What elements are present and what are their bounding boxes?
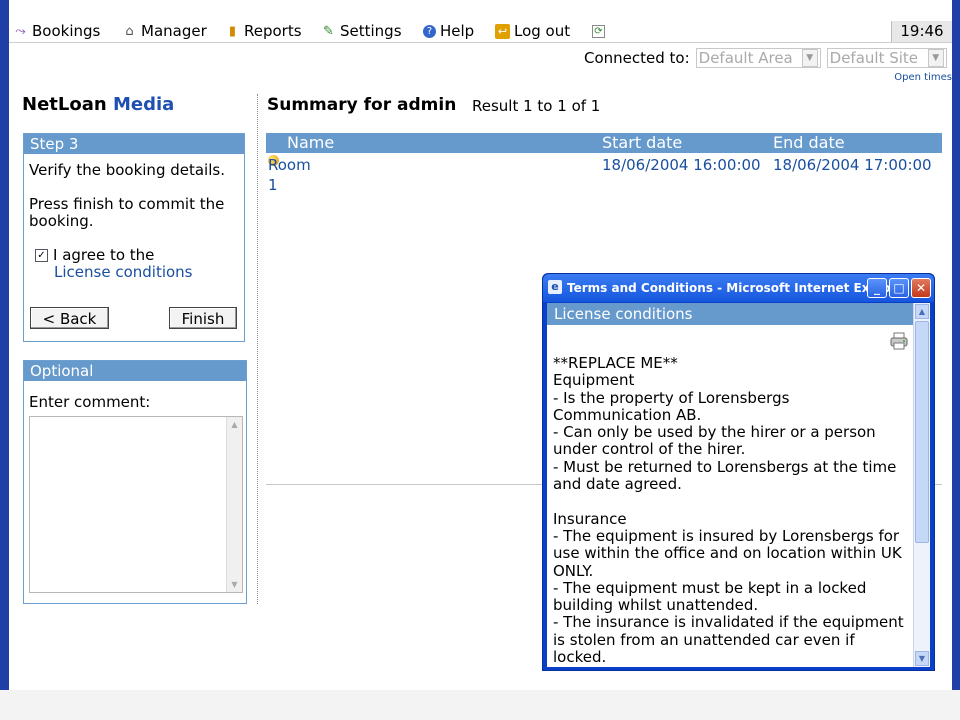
menu-settings[interactable]: ✎ Settings xyxy=(321,21,402,42)
manager-icon: ⌂ xyxy=(125,24,134,39)
chevron-down-icon: ▼ xyxy=(801,49,818,67)
chevron-down-icon: ▼ xyxy=(927,49,944,67)
logo-part2: Media xyxy=(112,94,175,115)
table-row[interactable]: Room 1 18/06/2004 16:00:00 18/06/2004 17… xyxy=(266,155,942,194)
menu-logout-label: Log out xyxy=(514,22,571,40)
agree-label: I agree to the xyxy=(53,246,155,264)
scroll-up-icon[interactable]: ▲ xyxy=(915,304,929,319)
agree-row: ✓ I agree to the License conditions xyxy=(29,247,239,281)
help-icon: ? xyxy=(423,25,436,38)
scroll-thumb[interactable] xyxy=(915,321,929,543)
license-conditions-link[interactable]: License conditions xyxy=(35,264,239,281)
close-button[interactable]: ✕ xyxy=(911,278,931,298)
refresh-button[interactable]: ⟳ xyxy=(592,21,605,42)
summary-title: Summary for admin xyxy=(267,95,457,115)
open-times-link[interactable]: Open times xyxy=(894,72,952,83)
area-select[interactable]: Default Area ▼ xyxy=(695,48,821,68)
step-instruction-1: Verify the booking details. xyxy=(29,161,225,179)
license-header: License conditions xyxy=(547,303,913,325)
comment-label: Enter comment: xyxy=(29,393,151,411)
site-select-value: Default Site xyxy=(829,49,919,67)
refresh-icon: ⟳ xyxy=(592,25,605,38)
popup-scrollbar[interactable]: ▲ ▼ xyxy=(913,303,930,667)
window-frame-right xyxy=(952,0,960,720)
clock: 19:46 xyxy=(891,21,952,42)
step-instruction-2: Press finish to commit the booking. xyxy=(29,195,225,230)
menu-bookings[interactable]: ⤳ Bookings xyxy=(13,21,100,42)
reports-icon: ▮ xyxy=(228,24,237,39)
result-count: Result 1 to 1 of 1 xyxy=(472,97,601,115)
column-name-header[interactable]: Name xyxy=(287,133,334,153)
menu-help-label: Help xyxy=(440,22,475,40)
minimize-button[interactable]: _ xyxy=(867,278,887,298)
menu-bookings-label: Bookings xyxy=(32,22,101,40)
popup-content: License conditions **REPLACE ME** Equipm… xyxy=(547,303,930,667)
terms-popup-window: e Terms and Conditions - Microsoft Inter… xyxy=(542,273,935,671)
menu-manager-label: Manager xyxy=(141,22,207,40)
table-header: Name Start date End date xyxy=(266,133,942,153)
optional-panel: Optional Enter comment: ▲ ▼ xyxy=(23,360,247,604)
license-text: **REPLACE ME** Equipment - Is the proper… xyxy=(553,354,904,667)
scroll-down-icon[interactable]: ▼ xyxy=(227,577,242,592)
logo-part1: NetLoan xyxy=(22,94,107,115)
back-button[interactable]: < Back xyxy=(30,307,109,329)
popup-title: Terms and Conditions - Microsoft Interne… xyxy=(567,281,905,295)
step-panel-title: Step 3 xyxy=(24,134,244,154)
room-name: Room 1 xyxy=(268,156,311,194)
settings-icon: ✎ xyxy=(323,24,334,39)
menu-reports-label: Reports xyxy=(244,22,302,40)
bookings-icon: ⤳ xyxy=(15,24,26,39)
scroll-down-icon[interactable]: ▼ xyxy=(915,651,929,666)
comment-scrollbar[interactable]: ▲ ▼ xyxy=(226,417,242,592)
app-logo: NetLoan Media xyxy=(22,94,174,115)
menu-bar: ⤳ Bookings ⌂ Manager ▮ Reports ✎ Setting… xyxy=(9,21,952,43)
menu-reports[interactable]: ▮ Reports xyxy=(225,21,302,42)
menu-manager[interactable]: ⌂ Manager xyxy=(122,21,207,42)
start-date-cell: 18/06/2004 16:00:00 xyxy=(602,156,761,174)
connection-row: Connected to: Default Area ▼ Default Sit… xyxy=(584,47,947,69)
menu-logout[interactable]: ↩ Log out xyxy=(495,21,570,42)
menu-settings-label: Settings xyxy=(340,22,402,40)
column-start-header[interactable]: Start date xyxy=(602,133,682,153)
step-panel: Step 3 Verify the booking details. Press… xyxy=(23,133,245,342)
window-frame-left xyxy=(0,0,9,720)
site-select[interactable]: Default Site ▼ xyxy=(826,48,947,68)
logout-icon: ↩ xyxy=(495,24,510,39)
agree-checkbox[interactable]: ✓ xyxy=(35,249,48,262)
comment-textarea[interactable]: ▲ ▼ xyxy=(29,416,243,593)
optional-panel-title: Optional xyxy=(24,361,246,381)
ie-page-icon: e xyxy=(548,280,562,294)
connected-to-label: Connected to: xyxy=(584,49,690,67)
area-select-value: Default Area xyxy=(698,49,793,67)
step-panel-body: Verify the booking details. Press finish… xyxy=(24,154,244,289)
end-date-cell: 18/06/2004 17:00:00 xyxy=(773,156,932,174)
column-divider xyxy=(257,94,258,604)
maximize-button[interactable]: □ xyxy=(889,278,909,298)
scroll-up-icon[interactable]: ▲ xyxy=(227,417,242,432)
column-end-header[interactable]: End date xyxy=(773,133,845,153)
window-frame-bottom xyxy=(0,690,960,720)
popup-titlebar[interactable]: e Terms and Conditions - Microsoft Inter… xyxy=(543,274,934,302)
print-icon[interactable] xyxy=(890,332,908,350)
finish-button[interactable]: Finish xyxy=(169,307,237,329)
menu-help[interactable]: ? Help xyxy=(423,21,474,42)
